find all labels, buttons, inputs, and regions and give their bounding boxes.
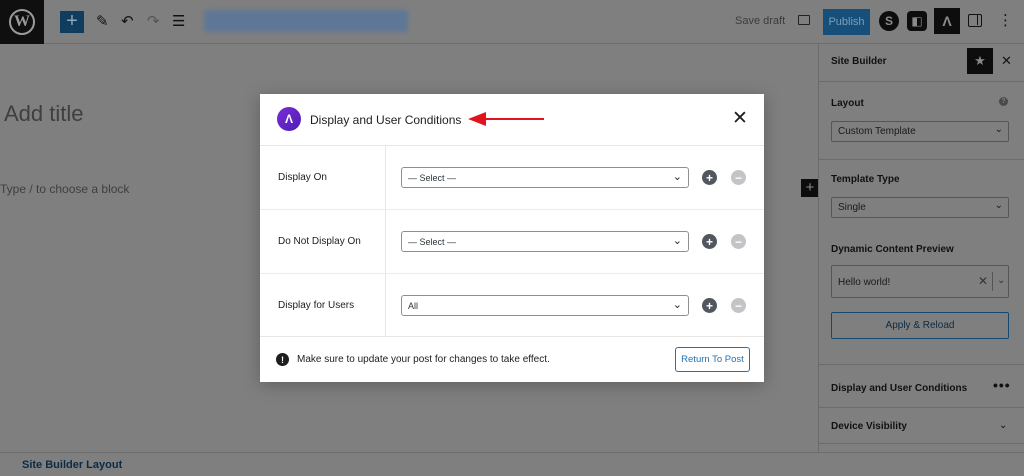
dynamic-preview-value: Hello world! (838, 277, 891, 288)
dynamic-preview-select[interactable]: Hello world! ✕ ⌄ (831, 265, 1009, 298)
settings-sidebar-icon[interactable] (968, 14, 982, 27)
chevron-down-icon: ⌄ (672, 171, 682, 183)
layout-label: Layout (831, 98, 864, 109)
chevron-down-icon[interactable]: ⌄ (997, 275, 1005, 286)
starter-templates-icon[interactable]: ◧ (907, 11, 927, 31)
select-value: — Select — (408, 237, 457, 247)
exclamation-icon: ! (276, 353, 289, 366)
wordpress-icon: W (9, 9, 35, 35)
close-icon[interactable]: ✕ (732, 108, 748, 130)
block-placeholder[interactable]: Type / to choose a block (0, 182, 129, 196)
template-type-label: Template Type (831, 174, 900, 185)
add-block-button[interactable]: + (60, 11, 84, 33)
divider (992, 272, 993, 291)
modal-header: Λ Display and User Conditions ✕ (260, 94, 764, 146)
site-builder-layout-link[interactable]: Site Builder Layout (22, 459, 122, 471)
divider (819, 159, 1024, 160)
editor-footer: Site Builder Layout (0, 452, 1024, 476)
options-kebab-icon[interactable]: ⋮ (998, 11, 1013, 31)
publish-button[interactable]: Publish (823, 9, 870, 35)
add-rule-icon[interactable]: + (702, 298, 717, 313)
do-not-display-on-select[interactable]: — Select — ⌄ (401, 231, 689, 252)
clear-icon[interactable]: ✕ (978, 274, 988, 288)
return-to-post-button[interactable]: Return To Post (675, 347, 750, 372)
remove-rule-icon[interactable]: − (731, 298, 746, 313)
condition-row-display-on: Display On — Select — ⌄ + − (260, 146, 764, 210)
preview-icon[interactable] (798, 15, 810, 25)
add-rule-icon[interactable]: + (702, 170, 717, 185)
template-type-value: Single (838, 202, 866, 213)
layout-value: Custom Template (838, 126, 916, 137)
chevron-down-icon[interactable]: ⌄ (999, 420, 1007, 431)
add-rule-icon[interactable]: + (702, 234, 717, 249)
remove-rule-icon[interactable]: − (731, 170, 746, 185)
chevron-down-icon: ⌄ (994, 200, 1003, 211)
display-for-users-select[interactable]: All ⌄ (401, 295, 689, 316)
template-type-select[interactable]: Single ⌄ (831, 197, 1009, 218)
display-conditions-modal: Λ Display and User Conditions ✕ Display … (260, 94, 764, 382)
help-icon[interactable]: ? (999, 97, 1008, 106)
modal-footer: ! Make sure to update your post for chan… (260, 336, 764, 382)
document-title-blurred[interactable] (204, 10, 408, 32)
redo-icon[interactable]: ↷ (147, 12, 160, 32)
editor-toolbar: W + ✎ ↶ ↷ ☰ Save draft Publish S ◧ Λ ⋮ (0, 0, 1024, 44)
sidebar-title: Site Builder (831, 56, 887, 67)
divider (819, 407, 1024, 408)
layout-select[interactable]: Custom Template ⌄ (831, 121, 1009, 142)
list-view-icon[interactable]: ☰ (172, 12, 185, 32)
apply-reload-button[interactable]: Apply & Reload (831, 312, 1009, 339)
remove-rule-icon[interactable]: − (731, 234, 746, 249)
device-visibility-panel-toggle[interactable]: Device Visibility (831, 421, 907, 432)
modal-title: Display and User Conditions (310, 113, 462, 127)
select-value: All (408, 301, 419, 311)
close-sidebar-icon[interactable]: ✕ (1001, 53, 1012, 69)
save-draft-button[interactable]: Save draft (735, 15, 785, 27)
display-on-select[interactable]: — Select — ⌄ (401, 167, 689, 188)
sidebar-header: Site Builder ★ ✕ (819, 44, 1024, 82)
inline-add-block-icon[interactable]: + (801, 179, 819, 197)
dynamic-preview-label: Dynamic Content Preview (831, 244, 954, 255)
row-label: Do Not Display On (278, 236, 361, 247)
row-label: Display On (278, 172, 327, 183)
settings-sidebar: Site Builder ★ ✕ Layout ? Custom Templat… (818, 44, 1024, 452)
astra-settings-icon[interactable]: Λ (934, 8, 960, 34)
more-options-icon[interactable]: ••• (993, 377, 1011, 393)
divider (819, 443, 1024, 444)
update-notice: Make sure to update your post for change… (297, 354, 550, 365)
condition-row-do-not-display-on: Do Not Display On — Select — ⌄ + − (260, 210, 764, 274)
condition-row-display-for-users: Display for Users All ⌄ + − (260, 274, 764, 338)
divider (819, 364, 1024, 365)
chevron-down-icon: ⌄ (672, 235, 682, 247)
annotation-arrow-icon (468, 112, 544, 126)
astra-logo-icon: Λ (277, 107, 301, 131)
pencil-tools-icon[interactable]: ✎ (96, 12, 109, 32)
display-conditions-panel-toggle[interactable]: Display and User Conditions (831, 383, 967, 394)
conditions-list: Display On — Select — ⌄ + − Do Not Displ… (260, 146, 764, 336)
wordpress-logo-button[interactable]: W (0, 0, 44, 44)
row-label: Display for Users (278, 300, 355, 311)
spectra-icon[interactable]: S (879, 11, 899, 31)
select-value: — Select — (408, 173, 457, 183)
undo-icon[interactable]: ↶ (121, 12, 134, 32)
chevron-down-icon: ⌄ (672, 299, 682, 311)
chevron-down-icon: ⌄ (994, 124, 1003, 135)
star-icon[interactable]: ★ (967, 48, 993, 74)
post-title-placeholder[interactable]: Add title (4, 101, 84, 127)
